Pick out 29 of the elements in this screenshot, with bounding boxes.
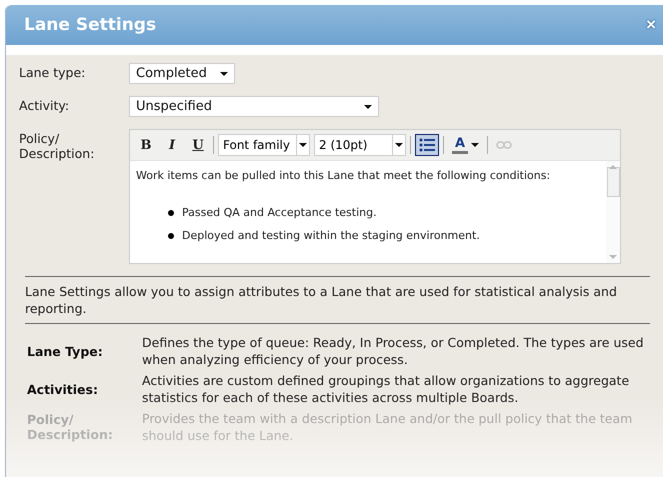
- select-field[interactable]: Unspecified: [129, 96, 379, 117]
- help-term: Lane Type:: [27, 344, 104, 358]
- help-term: Activities:: [27, 382, 99, 396]
- list-item: Deployed and testing within the staging environment.: [182, 229, 480, 242]
- help-description: Provides the team with a description Lane and/or the pull policy that the team should use for the Lane.: [142, 410, 634, 444]
- link-icon: [496, 141, 512, 149]
- field-label: Policy/ Description:: [19, 130, 96, 161]
- bulleted-list-icon: [419, 138, 435, 152]
- bullet-icon: [168, 210, 174, 216]
- help-summary: Lane Settings allow you to assign attributes to a Lane that are used for statistical analysis and reporting.: [25, 283, 618, 317]
- field-label: Activity:: [19, 97, 70, 113]
- list-item: Passed QA and Acceptance testing.: [182, 206, 377, 219]
- bold-button[interactable]: B: [135, 134, 157, 156]
- toolbar-dropdown[interactable]: Font family: [218, 134, 310, 156]
- help-description: Defines the type of queue: Ready, In Process, or Completed. The types are used when analyzing efficiency of your process.: [142, 334, 645, 368]
- rich-text-editor[interactable]: B I U Font family 2 (10pt) A Work items can be pulled into this Lane that meet the following conditions: Passed QA and Acceptance testing. Deployed and testing within the staging environment.: [129, 129, 621, 264]
- scrollbar[interactable]: [606, 161, 620, 263]
- help-term: Policy/ Description:: [27, 412, 114, 442]
- toolbar-dropdown[interactable]: 2 (10pt): [314, 134, 406, 156]
- bulleted-list-button[interactable]: [415, 134, 439, 156]
- editor-text: Work items can be pulled into this Lane that meet the following conditions:: [136, 169, 552, 182]
- select-field[interactable]: Completed: [129, 63, 235, 84]
- underline-button[interactable]: U: [187, 134, 209, 156]
- text-color-button[interactable]: A: [448, 134, 483, 156]
- window-title: Lane Settings: [24, 15, 156, 35]
- italic-button[interactable]: I: [161, 134, 183, 156]
- help-description: Activities are custom defined groupings that allow organizations to aggregate statistics for each of these activities across multiple Boards.: [142, 372, 630, 406]
- field-label: Lane type:: [19, 64, 86, 80]
- bullet-icon: [168, 232, 174, 238]
